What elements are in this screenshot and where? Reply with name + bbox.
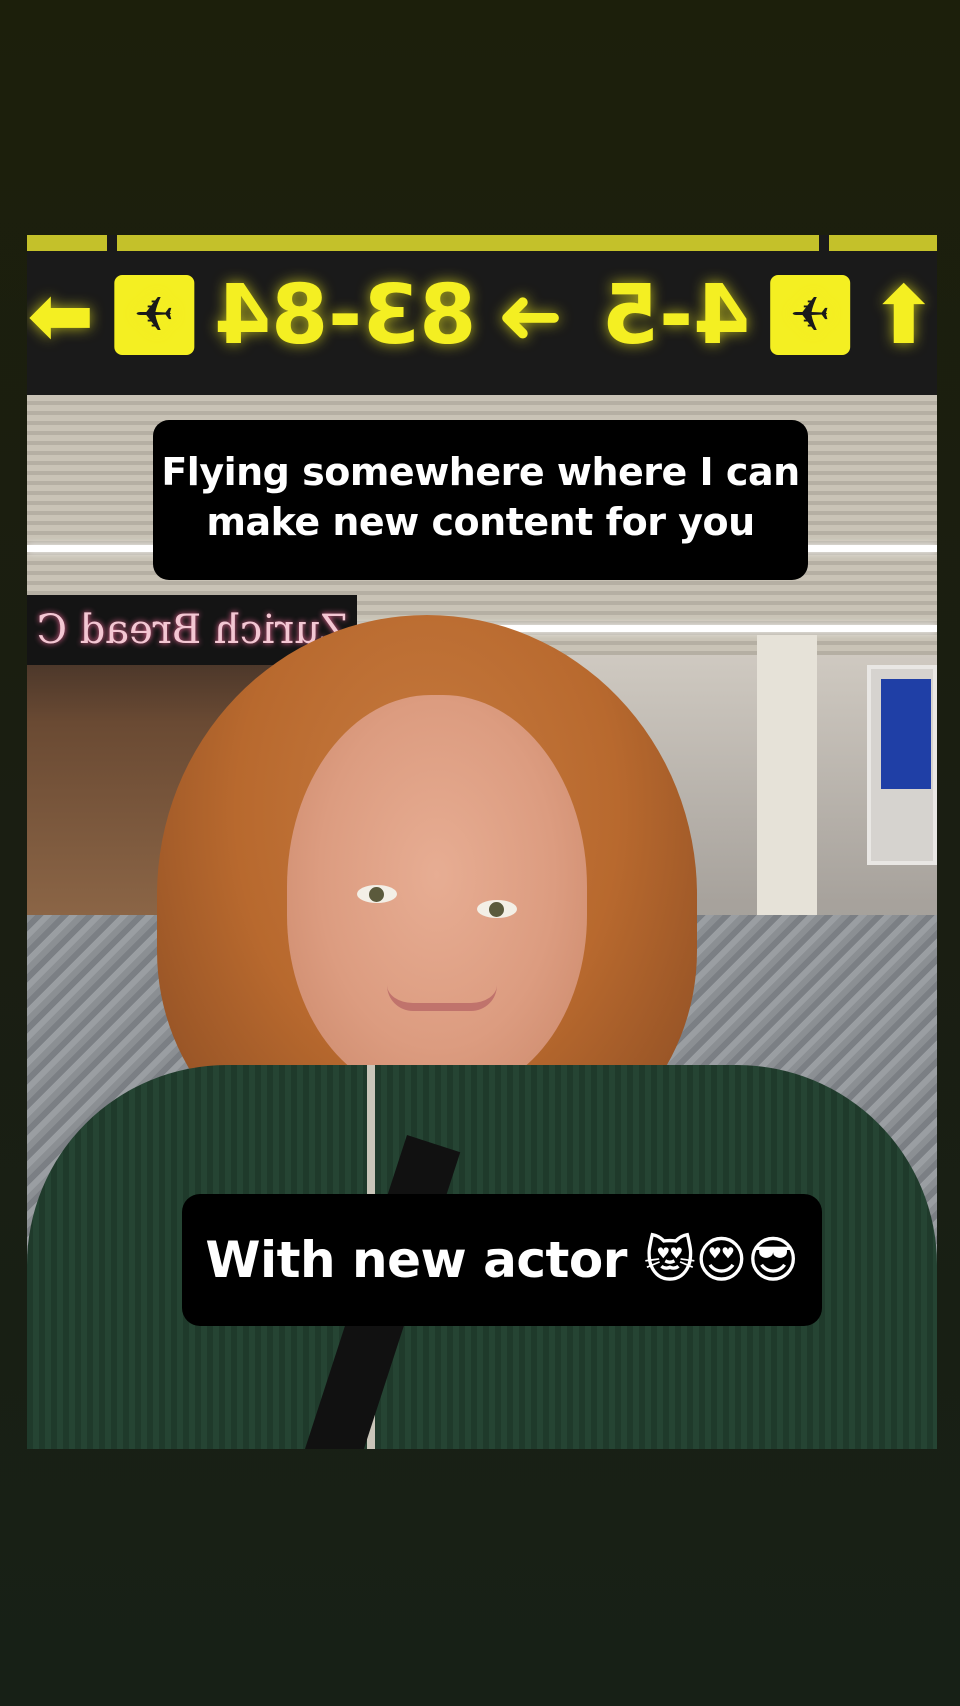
left-eye [357, 885, 397, 903]
arrow-right-icon: ➜ [496, 268, 564, 362]
face [287, 695, 587, 1095]
arrow-up-icon: ⬆ [869, 268, 937, 362]
right-eye [477, 900, 517, 918]
flight-info-board [867, 665, 937, 865]
gate-sign-right: ⬆ ✈ 4-5 [602, 268, 937, 363]
gate-sign-left: ➜ 83-84 ✈ ⬅ [27, 268, 563, 363]
smile [387, 985, 497, 1011]
caption-top: Flying somewhere where I can make new co… [153, 420, 808, 580]
sign-frame [27, 235, 937, 251]
plane-icon: ✈ [114, 275, 195, 355]
arrow-left-icon: ⬅ [27, 268, 95, 362]
gate-sign-right-text: 4-5 [601, 267, 750, 363]
gate-sign-left-text: 83-84 [214, 267, 477, 363]
plane-icon-right: ✈ [769, 275, 850, 355]
gate-sign: ➜ 83-84 ✈ ⬅ ⬆ ✈ 4-5 [27, 235, 937, 395]
pillar [757, 635, 817, 935]
caption-bottom: With new actor 😻😍😎 [182, 1194, 822, 1326]
